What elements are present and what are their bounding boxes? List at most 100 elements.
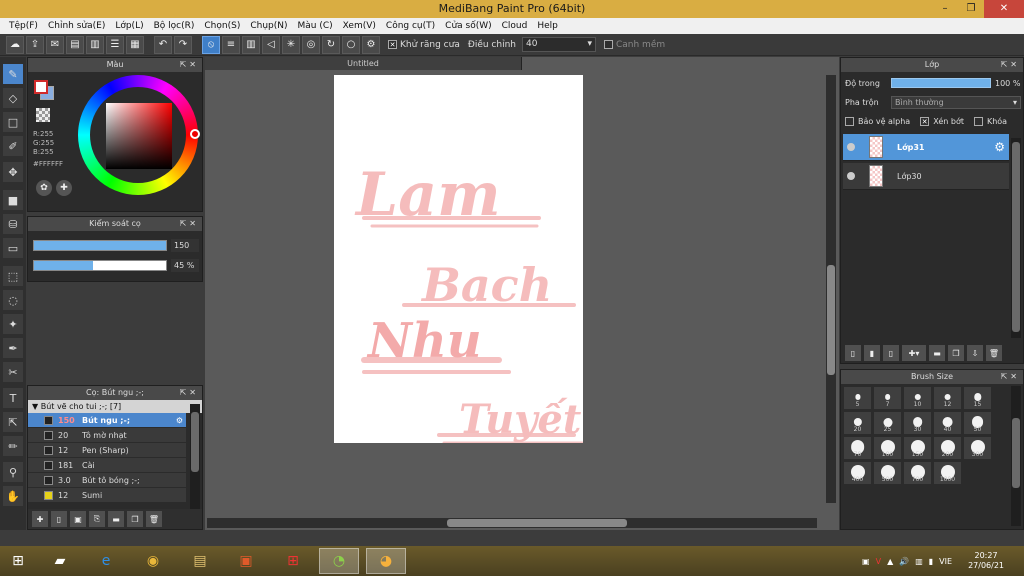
visibility-eye-icon[interactable]: [847, 172, 855, 180]
comment-icon[interactable]: ✉: [46, 35, 64, 54]
brush-size-preset[interactable]: 5: [843, 386, 872, 410]
vanish-snap-icon[interactable]: ◁: [262, 35, 280, 54]
transparent-swatch[interactable]: [36, 108, 50, 122]
merge-layer-icon[interactable]: ⇩: [967, 345, 983, 361]
blend-mode-select[interactable]: Bình thường: [891, 96, 1021, 109]
maximize-button[interactable]: ❐: [958, 0, 984, 18]
tray-v-icon[interactable]: V: [876, 557, 881, 566]
cloud-icon[interactable]: ☁: [6, 35, 24, 54]
correction-select[interactable]: 40: [521, 37, 596, 52]
brush-size-preset[interactable]: 25: [873, 411, 902, 435]
new-1bit-layer-icon[interactable]: ▯: [883, 345, 899, 361]
brush-item[interactable]: 12 Pen (Sharp): [28, 443, 186, 458]
new-brush-icon[interactable]: ▯: [51, 511, 67, 527]
message-icon[interactable]: ▤: [66, 35, 84, 54]
document-tab[interactable]: Untitled: [205, 57, 522, 70]
no-snap-icon[interactable]: ⦸: [202, 35, 220, 54]
canvas-vertical-scrollbar[interactable]: [826, 75, 836, 503]
circle-snap-icon[interactable]: ○: [342, 35, 360, 54]
cross-snap-icon[interactable]: ▥: [242, 35, 260, 54]
layer-list-scrollbar[interactable]: [1011, 138, 1021, 338]
add-layer-menu-icon[interactable]: ✚▾: [902, 345, 926, 361]
menu-filter[interactable]: Bộ lọc(R): [149, 18, 200, 34]
group-expand-icon[interactable]: ▼: [32, 402, 41, 411]
delete-layer-icon[interactable]: 🗑: [986, 345, 1002, 361]
palette-add-icon[interactable]: ✚: [56, 180, 72, 196]
text-tool-icon[interactable]: T: [3, 388, 23, 408]
undo-icon[interactable]: ↶: [154, 35, 172, 54]
brush-list-scrollbar[interactable]: [190, 404, 200, 510]
brush-size-preset[interactable]: 10: [903, 386, 932, 410]
clipping-checkbox[interactable]: ✕: [920, 117, 930, 126]
brush-copy-icon[interactable]: ⎘: [89, 511, 105, 527]
document-icon[interactable]: ▥: [86, 35, 104, 54]
windows-start-icon[interactable]: ⊞: [0, 548, 36, 574]
panel-close-icon[interactable]: ⇱✕: [180, 58, 199, 72]
brush-size-preset[interactable]: 300: [963, 436, 992, 460]
layer-settings-gear-icon[interactable]: ⚙: [994, 140, 1005, 154]
layer-folder-icon[interactable]: ▬: [929, 345, 945, 361]
operation-tool-icon[interactable]: ⇱: [3, 412, 23, 432]
network-icon[interactable]: ▥: [915, 557, 923, 566]
tray-app-icon[interactable]: ▣: [862, 557, 870, 566]
menu-snap[interactable]: Chụp(N): [245, 18, 292, 34]
brush-opacity-slider[interactable]: 45 %: [33, 259, 199, 273]
new-halftone-layer-icon[interactable]: ▮: [864, 345, 880, 361]
brush-size-value[interactable]: 150: [171, 239, 199, 252]
share-icon[interactable]: ⇪: [26, 35, 44, 54]
saturation-value-square[interactable]: [106, 103, 172, 169]
brush-size-preset[interactable]: 20: [843, 411, 872, 435]
add-brush-icon[interactable]: ✚: [32, 511, 48, 527]
lock-checkbox[interactable]: [973, 117, 983, 126]
menu-window[interactable]: Cửa số(W): [440, 18, 496, 34]
menu-help[interactable]: Help: [532, 18, 563, 34]
list-icon[interactable]: ☰: [106, 35, 124, 54]
menu-color[interactable]: Màu (C): [293, 18, 338, 34]
menu-select[interactable]: Chọn(S): [199, 18, 245, 34]
protect-alpha-checkbox[interactable]: [845, 117, 854, 126]
select-tool-icon[interactable]: ⬚: [3, 266, 23, 286]
parallel-snap-icon[interactable]: ≡: [222, 35, 240, 54]
gradient-tool-icon[interactable]: ▭: [3, 238, 23, 258]
brush-size-preset[interactable]: 100: [873, 436, 902, 460]
divide-tool-icon[interactable]: ✏: [3, 436, 23, 456]
brush-size-preset[interactable]: 200: [933, 436, 962, 460]
brush-item[interactable]: 3.0 Bút tô bóng ;-;: [28, 473, 186, 488]
paint-app-icon[interactable]: ◕: [366, 548, 406, 574]
menu-view[interactable]: Xem(V): [338, 18, 381, 34]
brush-size-preset[interactable]: 500: [873, 461, 902, 485]
fill-shape-tool-icon[interactable]: ■: [3, 190, 23, 210]
file-explorer-icon[interactable]: ▤: [180, 548, 220, 574]
palette-icon[interactable]: ✿: [36, 180, 52, 196]
battery-icon[interactable]: ▮: [929, 557, 933, 566]
visibility-eye-icon[interactable]: [847, 143, 855, 151]
soft-snap-checkbox[interactable]: [603, 40, 613, 49]
brush-settings-gear-icon[interactable]: ⚙: [176, 416, 183, 425]
brush-size-preset[interactable]: 70: [843, 436, 872, 460]
brush-size-slider[interactable]: 150: [33, 239, 199, 253]
language-indicator[interactable]: VIE: [939, 557, 952, 566]
clock[interactable]: 20:27 27/06/21: [968, 551, 1004, 571]
eyedropper-tool-icon[interactable]: ⚲: [3, 462, 23, 482]
brush-size-preset[interactable]: 400: [843, 461, 872, 485]
brush-menu-icon[interactable]: ▣: [70, 511, 86, 527]
menu-cloud[interactable]: Cloud: [497, 18, 533, 34]
volume-icon[interactable]: 🔊: [899, 557, 909, 566]
radial-snap-icon[interactable]: ✳: [282, 35, 300, 54]
hue-cursor[interactable]: [190, 129, 200, 139]
brush-size-preset[interactable]: 150: [903, 436, 932, 460]
curve-snap-icon[interactable]: ↻: [322, 35, 340, 54]
panel-close-icon[interactable]: ⇱✕: [180, 386, 199, 400]
brush-size-preset[interactable]: 40: [933, 411, 962, 435]
main-color-swatch[interactable]: [34, 80, 48, 94]
eraser-tool-icon[interactable]: ◇: [3, 88, 23, 108]
brush-size-preset[interactable]: 15: [963, 386, 992, 410]
drawing-canvas[interactable]: Lam Bach Nhu Tuyết: [334, 75, 583, 443]
dot-pen-tool-icon[interactable]: ✐: [3, 136, 23, 156]
rectangle-tool-icon[interactable]: □: [3, 112, 23, 132]
hue-ring[interactable]: [78, 75, 200, 195]
panel-close-icon[interactable]: ⇱✕: [180, 217, 199, 231]
magic-wand-tool-icon[interactable]: ✦: [3, 314, 23, 334]
menu-layer[interactable]: Lớp(L): [110, 18, 148, 34]
move-tool-icon[interactable]: ✥: [3, 162, 23, 182]
